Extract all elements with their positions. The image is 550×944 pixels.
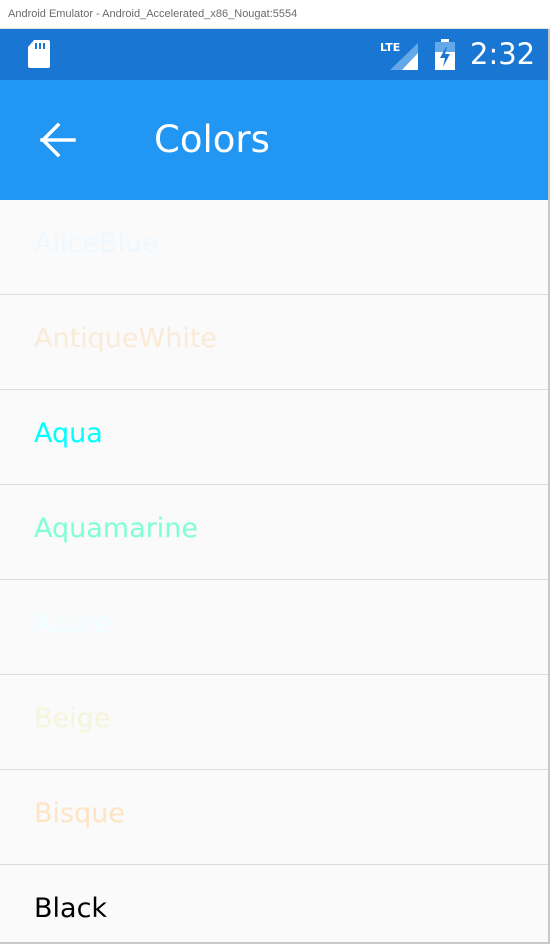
status-clock: 2:32 [470,37,536,71]
color-label: Bisque [34,798,125,829]
sd-card-icon [28,40,50,68]
color-label: Aquamarine [34,513,198,544]
color-label: Beige [34,703,111,734]
arrow-left-icon [40,122,76,158]
emulator-window: Android Emulator - Android_Accelerated_x… [0,0,550,944]
color-list: AliceBlue AntiqueWhite Aqua Aquamarine A… [0,200,548,944]
color-label: Aqua [34,418,103,449]
emulator-title: Android Emulator - Android_Accelerated_x… [8,8,298,20]
color-label: AntiqueWhite [34,323,218,354]
back-button[interactable] [28,112,88,168]
color-list-item[interactable]: Beige [0,675,548,770]
color-list-item[interactable]: AntiqueWhite [0,295,548,390]
color-list-item[interactable]: Aquamarine [0,485,548,580]
battery-charging-icon [435,39,455,70]
emulator-title-bar: Android Emulator - Android_Accelerated_x… [0,0,550,29]
color-list-item[interactable]: Black [0,865,548,944]
color-list-item[interactable]: Bisque [0,770,548,865]
color-label: Black [34,893,108,924]
page-title: Colors [154,118,270,161]
color-label: Azure [34,608,111,639]
app-bar: Colors [0,80,548,200]
color-list-item[interactable]: Azure [0,580,548,675]
lte-signal-icon: LTE [380,41,418,70]
status-bar: LTE 2:32 [0,29,548,80]
color-list-item[interactable]: Aqua [0,390,548,485]
lte-label: LTE [380,41,400,54]
color-label: AliceBlue [34,228,159,259]
color-list-item[interactable]: AliceBlue [0,200,548,295]
